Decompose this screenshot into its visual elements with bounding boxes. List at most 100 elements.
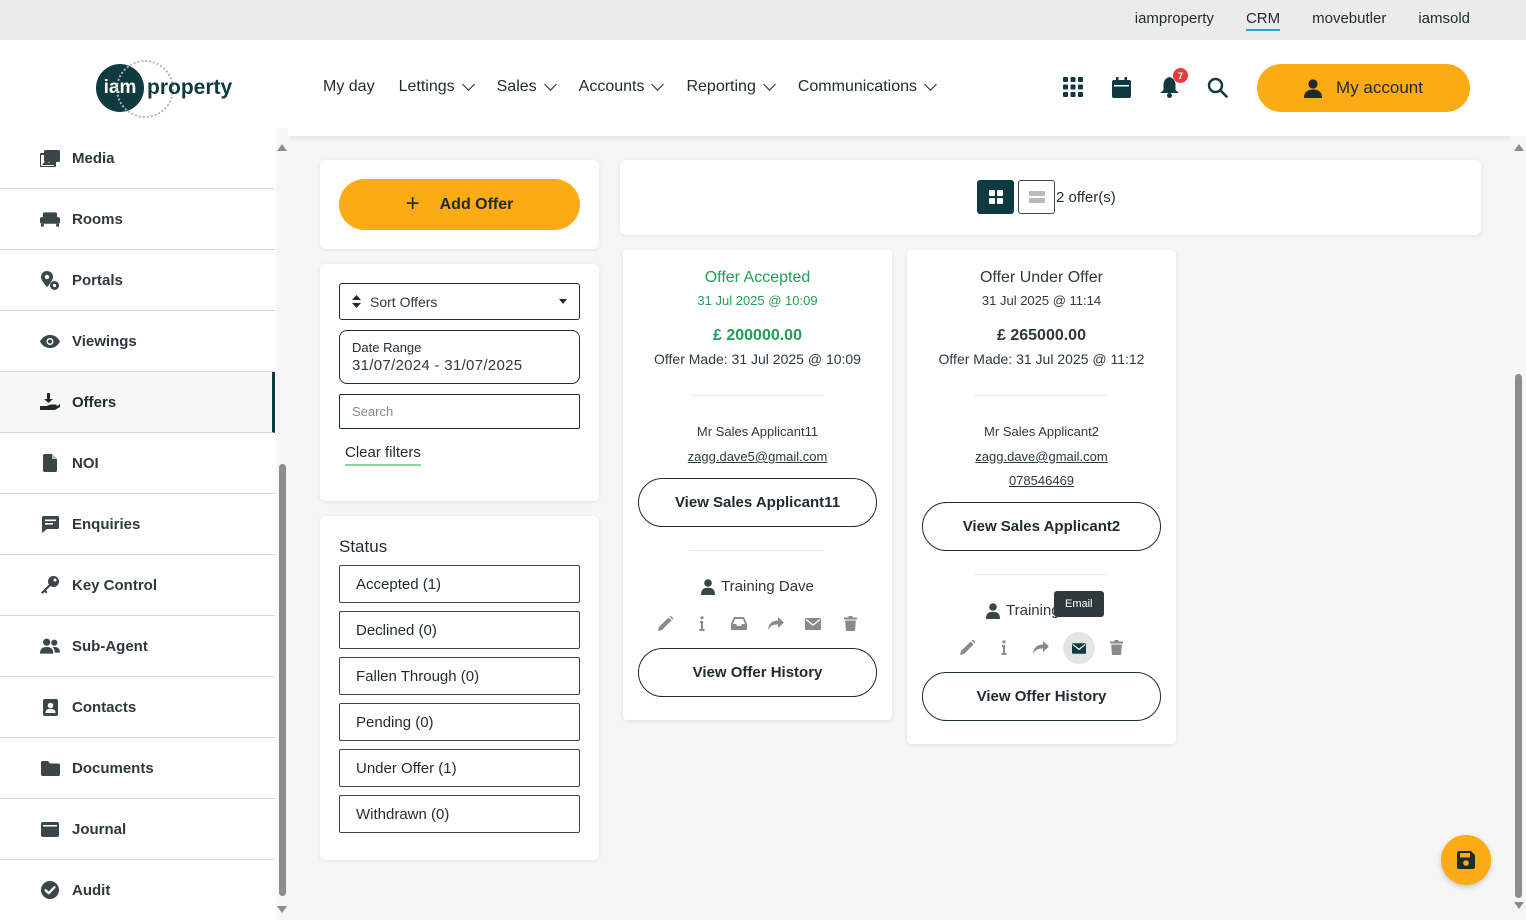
product-link-crm[interactable]: CRM <box>1245 10 1281 31</box>
sidebar-item-label: Sub-Agent <box>72 637 148 655</box>
status-filter-withdrawn[interactable]: Withdrawn (0) <box>339 795 580 833</box>
sidebar-item-noi[interactable]: NOI <box>0 433 275 494</box>
search-input[interactable]: Search <box>339 394 580 429</box>
applicant-email-link[interactable]: zagg.dave5@gmail.com <box>688 449 828 464</box>
status-filter-accepted[interactable]: Accepted (1) <box>339 565 580 603</box>
chevron-down-icon <box>651 78 665 91</box>
message-icon <box>40 515 60 533</box>
offer-made-date: Offer Made: 31 Jul 2025 @ 11:12 <box>938 351 1145 367</box>
offer-status: Offer Accepted <box>704 269 811 286</box>
offer-status-date: 31 Jul 2025 @ 11:14 <box>981 293 1102 308</box>
status-filter-pending[interactable]: Pending (0) <box>339 703 580 741</box>
view-offer-history-button[interactable]: View Offer History <box>922 672 1161 721</box>
sidebar-scroll-down-icon[interactable] <box>277 906 287 913</box>
email-icon[interactable] <box>804 614 823 633</box>
nav-sales[interactable]: Sales <box>496 78 557 96</box>
offer-amount: £ 265000.00 <box>997 327 1086 344</box>
edit-pencil-icon[interactable] <box>958 638 977 657</box>
product-link-iamsold[interactable]: iamsold <box>1418 10 1470 31</box>
apps-grid-icon[interactable] <box>1062 76 1084 98</box>
offer-made-date: Offer Made: 31 Jul 2025 @ 10:09 <box>654 351 861 367</box>
nav-communications[interactable]: Communications <box>797 78 937 96</box>
sidebar-item-contacts[interactable]: Contacts <box>0 677 275 738</box>
calendar-icon[interactable] <box>1110 76 1132 98</box>
status-filter-under-offer[interactable]: Under Offer (1) <box>339 749 580 787</box>
key-icon <box>40 576 60 594</box>
sidebar-item-enquiries[interactable]: Enquiries <box>0 494 275 555</box>
sidebar-scroll-up-icon[interactable] <box>277 144 287 151</box>
bell-icon[interactable]: 7 <box>1158 68 1188 98</box>
info-icon[interactable] <box>693 614 712 633</box>
clear-filters-link[interactable]: Clear filters <box>345 444 421 466</box>
logo[interactable]: iam property <box>96 60 232 118</box>
sidebar-item-label: Viewings <box>72 332 137 350</box>
file-icon <box>40 454 60 472</box>
main-scroll-down-icon[interactable] <box>1514 902 1524 909</box>
sidebar-item-label: Media <box>72 149 115 167</box>
status-filter-declined[interactable]: Declined (0) <box>339 611 580 649</box>
trash-icon[interactable] <box>1107 638 1126 657</box>
my-account-button[interactable]: My account <box>1257 64 1470 112</box>
sidebar-item-label: Audit <box>72 881 111 899</box>
date-range-label: Date Range <box>352 340 422 355</box>
applicant-phone-link[interactable]: 078546469 <box>1009 473 1074 488</box>
sidebar-item-rooms[interactable]: Rooms <box>0 189 275 250</box>
media-icon <box>40 149 60 167</box>
sort-icon <box>352 295 361 308</box>
nav-lettings[interactable]: Lettings <box>399 78 475 96</box>
sidebar-scroll-thumb[interactable] <box>279 464 286 896</box>
nav-label: Sales <box>496 78 537 95</box>
nav-accounts[interactable]: Accounts <box>579 78 665 96</box>
applicant-email-link[interactable]: zagg.dave@gmail.com <box>975 449 1107 464</box>
offer-card: Offer Under Offer 31 Jul 2025 @ 11:14 £ … <box>907 250 1176 744</box>
check-circle-icon <box>40 881 60 899</box>
add-offer-button[interactable]: + Add Offer <box>339 179 580 230</box>
sidebar-item-label: Enquiries <box>72 515 141 533</box>
nav-label: Communications <box>797 78 917 95</box>
sidebar-item-audit[interactable]: Audit <box>0 860 275 920</box>
sort-offers-select[interactable]: Sort Offers <box>339 283 580 320</box>
main-scroll-thumb[interactable] <box>1515 374 1522 898</box>
nav-reporting[interactable]: Reporting <box>686 78 776 96</box>
applicant-email-wrap: zagg.dave@gmail.com <box>907 448 1176 466</box>
trash-icon[interactable] <box>841 614 860 633</box>
edit-pencil-icon[interactable] <box>656 614 675 633</box>
status-filter-fallen-through[interactable]: Fallen Through (0) <box>339 657 580 695</box>
chevron-down-icon <box>461 78 475 91</box>
sidebar-item-sub-agent[interactable]: Sub-Agent <box>0 616 275 677</box>
list-view-button[interactable] <box>1018 180 1055 214</box>
nav-label: My day <box>323 78 375 95</box>
top-strip: iamproperty CRM movebutler iamsold <box>0 0 1526 40</box>
inbox-icon[interactable] <box>730 614 749 633</box>
sidebar-item-journal[interactable]: Journal <box>0 799 275 860</box>
view-applicant-button[interactable]: View Sales Applicant2 <box>922 502 1161 551</box>
agent-name: Training Dave <box>721 578 814 595</box>
product-link-movebutler[interactable]: movebutler <box>1312 10 1386 31</box>
offer-count: 2 offer(s) <box>1056 188 1116 206</box>
save-button[interactable] <box>1441 835 1491 885</box>
sidebar-item-offers[interactable]: Offers <box>0 372 275 433</box>
sidebar-item-key-control[interactable]: Key Control <box>0 555 275 616</box>
sidebar: Media Rooms Portals Viewings Offers NOI … <box>0 128 288 920</box>
share-forward-icon[interactable] <box>767 614 786 633</box>
view-offer-history-button[interactable]: View Offer History <box>638 648 877 697</box>
main-scroll-up-icon[interactable] <box>1514 144 1524 151</box>
sidebar-item-documents[interactable]: Documents <box>0 738 275 799</box>
user-icon <box>701 578 716 595</box>
offer-card: Offer Accepted 31 Jul 2025 @ 10:09 £ 200… <box>623 250 892 720</box>
sidebar-item-viewings[interactable]: Viewings <box>0 311 275 372</box>
info-icon[interactable] <box>995 638 1014 657</box>
grid-view-button[interactable] <box>977 180 1014 214</box>
view-applicant-button[interactable]: View Sales Applicant11 <box>638 478 877 527</box>
date-range-field[interactable]: Date Range 31/07/2024 - 31/07/2025 <box>339 330 580 384</box>
offer-actions <box>907 632 1176 664</box>
sidebar-item-portals[interactable]: Portals <box>0 250 275 311</box>
divider <box>975 574 1108 575</box>
sidebar-item-media[interactable]: Media <box>0 128 275 189</box>
search-icon[interactable] <box>1206 76 1228 98</box>
nav-my-day[interactable]: My day <box>323 78 375 96</box>
email-icon[interactable] <box>1062 632 1095 664</box>
share-forward-icon[interactable] <box>1032 638 1051 657</box>
offer-status-date: 31 Jul 2025 @ 10:09 <box>697 293 818 308</box>
product-link-iamproperty[interactable]: iamproperty <box>1135 10 1214 31</box>
